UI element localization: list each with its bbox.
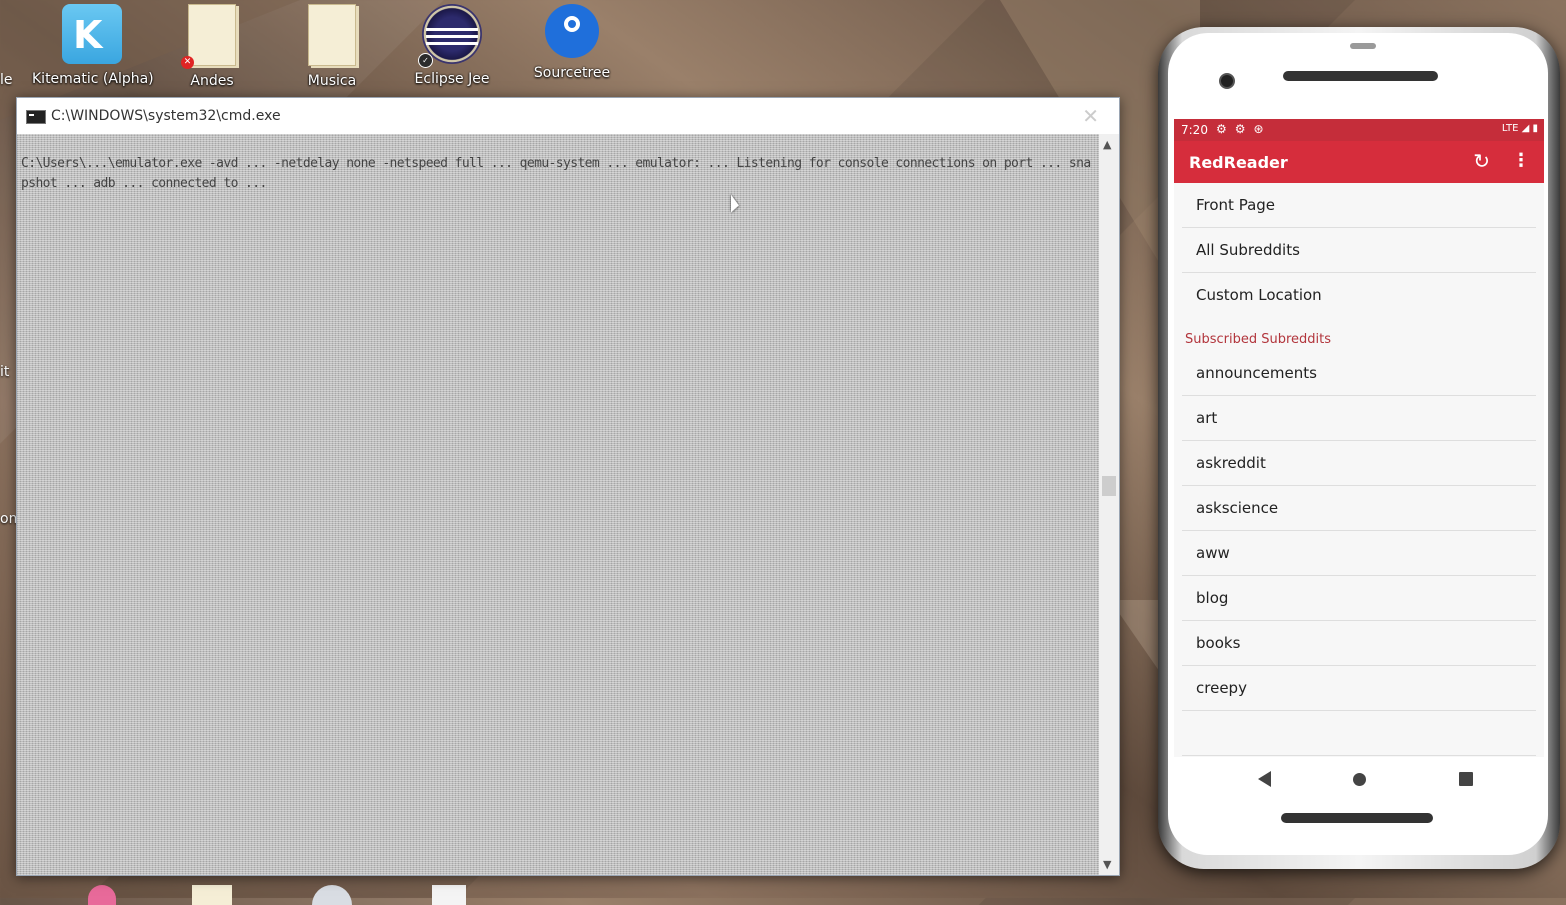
app-toolbar: RedReader ↻ ⋮ [1174,141,1544,183]
desktop-icon-partial[interactable] [88,885,116,905]
cmd-app-icon [26,110,46,124]
desktop-icon-label: Sourcetree [533,65,611,81]
folder-icon [308,4,356,66]
cmd-titlebar[interactable]: C:\WINDOWS\system32\cmd.exe ✕ [17,98,1119,134]
folder-icon[interactable] [192,885,232,905]
folder-icon: ✕ [181,4,236,69]
kitematic-icon: K [62,4,122,64]
speaker-icon [1350,43,1376,49]
earpiece [1283,71,1438,81]
status-bar: 7:20 ⚙⚙⊛ LTE ◢ ▮ [1174,119,1544,141]
desktop-icon-label: Eclipse Jee [414,71,490,87]
file-icon[interactable] [432,885,466,905]
android-emulator[interactable]: 7:20 ⚙⚙⊛ LTE ◢ ▮ RedReader ↻ ⋮ Front Pag… [1158,27,1560,869]
cmd-window[interactable]: C:\WINDOWS\system32\cmd.exe ✕ C:\Users\.… [16,97,1120,876]
list-item-custom-location[interactable]: Custom Location [1182,273,1536,317]
eclipse-icon: ✓ [418,4,482,68]
list-item-all-subreddits[interactable]: All Subreddits [1182,228,1536,273]
scroll-up-icon[interactable]: ▲ [1103,138,1111,151]
subreddit-label: announcements [1196,364,1317,382]
sourcetree-icon [545,4,599,58]
notification-icons: ⚙⚙⊛ [1216,122,1272,136]
status-time: 7:20 [1181,123,1208,137]
desktop-edge-label[interactable]: le [0,72,13,88]
desktop-icon-kitematic[interactable]: K Kitematic (Alpha) [32,4,154,87]
mouse-cursor-icon [731,194,739,216]
main-list[interactable]: Front Page All Subreddits Custom Locatio… [1174,183,1544,757]
scrollbar-thumb[interactable] [1102,476,1116,496]
phone-screen[interactable]: 7:20 ⚙⚙⊛ LTE ◢ ▮ RedReader ↻ ⋮ Front Pag… [1174,119,1544,757]
desktop-icon-label: Kitematic (Alpha) [32,71,154,87]
desktop-icon-musica[interactable]: Musica [272,4,392,89]
console-output-area[interactable]: C:\Users\...\emulator.exe -avd ... -netd… [17,134,1099,875]
subreddit-label: creepy [1196,679,1247,697]
bottom-speaker [1281,813,1433,823]
console-output-text: C:\Users\...\emulator.exe -avd ... -netd… [21,156,1091,191]
subreddit-label: art [1196,409,1218,427]
subreddit-label: askscience [1196,499,1279,517]
subreddit-label: books [1196,634,1241,652]
phone-body: 7:20 ⚙⚙⊛ LTE ◢ ▮ RedReader ↻ ⋮ Front Pag… [1168,33,1548,855]
desktop-icon-eclipse[interactable]: ✓ Eclipse Jee [392,4,512,87]
desktop-icon-label: Musica [307,73,357,89]
home-icon[interactable] [1353,773,1366,786]
subreddit-item[interactable]: aww [1182,531,1536,576]
desktop-icon-partial[interactable] [312,885,352,905]
subreddit-item[interactable]: blog [1182,576,1536,621]
more-options-icon[interactable]: ⋮ [1512,150,1530,171]
section-header-label: Subscribed Subreddits [1185,332,1332,347]
signal-battery-icon: LTE ◢ ▮ [1501,123,1538,134]
subreddit-label: askreddit [1196,454,1266,472]
subreddit-label: aww [1196,544,1230,562]
desktop-icon-andes[interactable]: ✕ Andes [152,4,272,89]
subreddit-item[interactable]: announcements [1182,351,1536,396]
desktop-edge-label[interactable]: it [0,364,9,380]
desktop-icon-label: Andes [190,73,234,89]
refresh-icon[interactable]: ↻ [1473,149,1490,173]
scroll-down-icon[interactable]: ▼ [1103,858,1111,871]
list-item-label: Front Page [1196,196,1276,214]
list-item-front-page[interactable]: Front Page [1182,183,1536,228]
subreddit-item[interactable]: creepy [1182,666,1536,711]
error-badge-icon: ✕ [181,56,194,69]
window-title: C:\WINDOWS\system32\cmd.exe [51,108,281,124]
back-icon[interactable] [1258,771,1271,787]
subreddit-item-partial[interactable] [1182,711,1536,756]
vertical-scrollbar[interactable]: ▲ ▼ [1099,134,1119,875]
android-nav-bar [1174,757,1544,801]
app-title: RedReader [1189,153,1288,172]
list-item-label: Custom Location [1196,286,1322,304]
close-button[interactable]: ✕ [1082,104,1099,128]
subreddit-item[interactable]: askscience [1182,486,1536,531]
camera-icon [1219,73,1235,89]
subreddit-label: blog [1196,589,1229,607]
subreddit-item[interactable]: askreddit [1182,441,1536,486]
check-badge-icon: ✓ [418,53,433,68]
subreddit-item[interactable]: art [1182,396,1536,441]
list-item-label: All Subreddits [1196,241,1300,259]
recent-apps-icon[interactable] [1459,772,1473,786]
desktop-icon-sourcetree[interactable]: Sourcetree [512,4,632,81]
section-header: Subscribed Subreddits [1174,317,1544,351]
subreddit-item[interactable]: books [1182,621,1536,666]
